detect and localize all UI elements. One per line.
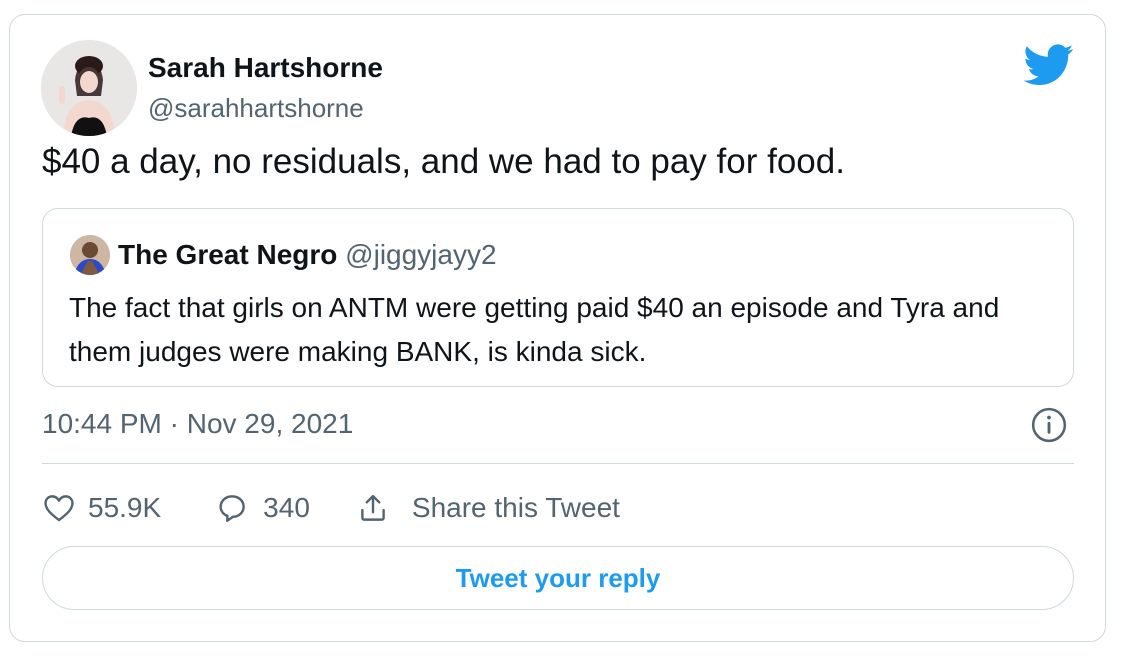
share-upload-icon	[361, 494, 385, 521]
share-button[interactable]: Share this Tweet	[356, 491, 620, 525]
quoted-tweet[interactable]: The Great Negro @jiggyjayy2 The fact tha…	[42, 208, 1074, 387]
divider	[42, 463, 1074, 464]
quoted-author-name[interactable]: The Great Negro	[118, 239, 337, 270]
author-avatar[interactable]	[41, 40, 137, 136]
author-name[interactable]: Sarah Hartshorne	[148, 52, 383, 84]
quoted-author-avatar[interactable]	[70, 235, 110, 275]
twitter-bird-icon[interactable]	[1024, 44, 1074, 86]
quoted-tweet-text: The fact that girls on ANTM were getting…	[69, 292, 1000, 367]
reply-button[interactable]: 340	[215, 491, 310, 525]
like-count: 55.9K	[88, 492, 162, 523]
heart-icon	[44, 495, 74, 522]
share-label: Share this Tweet	[411, 492, 620, 523]
tweet-actions: 55.9K 340 Share this Tweet	[42, 486, 620, 530]
reply-count: 340	[263, 492, 310, 523]
author-handle[interactable]: @sarahhartshorne	[148, 93, 364, 124]
tweet-text: $40 a day, no residuals, and we had to p…	[42, 142, 845, 181]
quoted-author-handle[interactable]: @jiggyjayy2	[345, 239, 496, 270]
tweet-timestamp[interactable]: 10:44 PM · Nov 29, 2021	[42, 408, 353, 440]
quoted-tweet-header: The Great Negro @jiggyjayy2	[118, 239, 497, 271]
like-button[interactable]: 55.9K	[42, 491, 161, 525]
tweet-your-reply-button[interactable]: Tweet your reply	[42, 546, 1074, 610]
info-icon[interactable]	[1030, 406, 1068, 444]
speech-bubble-icon	[219, 495, 245, 522]
